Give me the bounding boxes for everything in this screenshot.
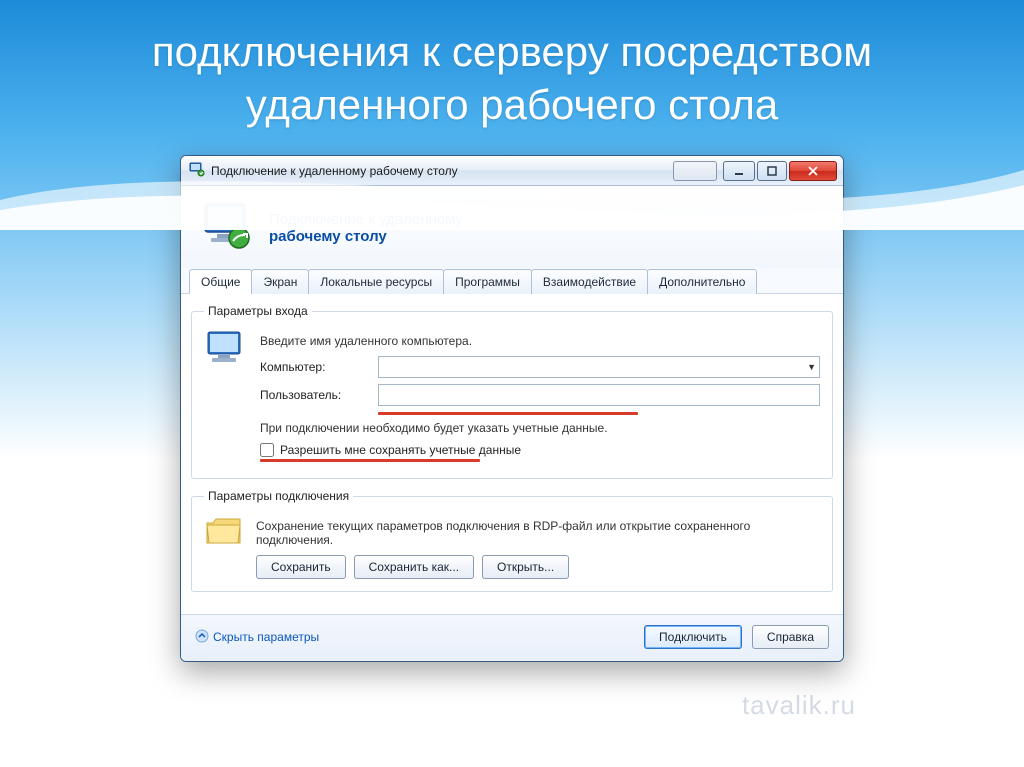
header-line2: рабочему столу (269, 228, 463, 245)
tab-4[interactable]: Взаимодействие (531, 269, 648, 294)
maximize-button[interactable] (757, 161, 787, 181)
login-params-group: Параметры входа Введите имя удаленного к… (191, 304, 833, 479)
tab-5[interactable]: Дополнительно (647, 269, 757, 294)
watermark: tavalik.ru (742, 690, 856, 721)
login-legend: Параметры входа (204, 304, 312, 318)
save-as-button[interactable]: Сохранить как... (354, 555, 474, 579)
connect-button[interactable]: Подключить (644, 625, 742, 649)
titlebar[interactable]: Подключение к удаленному рабочему столу (181, 156, 843, 186)
app-icon (189, 161, 205, 180)
minimize-button[interactable] (723, 161, 755, 181)
connection-params-group: Параметры подключения Сохранение текущих… (191, 489, 833, 592)
save-button[interactable]: Сохранить (256, 555, 346, 579)
tab-panel-general: Параметры входа Введите имя удаленного к… (181, 294, 843, 614)
help-button[interactable]: Справка (752, 625, 829, 649)
folder-icon (204, 513, 244, 549)
close-button[interactable] (789, 161, 837, 181)
computer-icon (204, 328, 248, 372)
tab-3[interactable]: Программы (443, 269, 532, 294)
conn-desc: Сохранение текущих параметров подключени… (256, 519, 820, 547)
highlight-underline-user (378, 412, 638, 415)
tab-0[interactable]: Общие (189, 269, 252, 294)
login-note: При подключении необходимо будет указать… (260, 421, 820, 435)
computer-input[interactable] (378, 356, 820, 378)
tab-strip: ОбщиеЭкранЛокальные ресурсыПрограммыВзаи… (181, 268, 843, 294)
titlebar-extra-button[interactable] (673, 161, 717, 181)
computer-label: Компьютер: (260, 360, 368, 374)
hide-options-label: Скрыть параметры (213, 630, 319, 644)
conn-legend: Параметры подключения (204, 489, 353, 503)
save-credentials-checkbox[interactable] (260, 443, 274, 457)
dialog-footer: Скрыть параметры Подключить Справка (181, 614, 843, 661)
tab-2[interactable]: Локальные ресурсы (308, 269, 444, 294)
tab-1[interactable]: Экран (251, 269, 309, 294)
highlight-underline-checkbox (260, 459, 480, 462)
user-label: Пользователь: (260, 388, 368, 402)
user-input[interactable] (378, 384, 820, 406)
header-line1: Подключение к удаленному (269, 211, 463, 228)
dialog-header: Подключение к удаленному рабочему столу (181, 186, 843, 268)
open-button[interactable]: Открыть... (482, 555, 569, 579)
save-credentials-label: Разрешить мне сохранять учетные данные (280, 443, 521, 457)
hide-options-link[interactable]: Скрыть параметры (195, 629, 319, 646)
slide-title: подключения к серверу посредством удален… (0, 0, 1024, 141)
rdp-dialog: Подключение к удаленному рабочему столу (180, 155, 844, 662)
login-instruction: Введите имя удаленного компьютера. (260, 334, 820, 348)
remote-desktop-icon (199, 200, 255, 256)
chevron-up-icon (195, 629, 209, 646)
window-title: Подключение к удаленному рабочему столу (211, 164, 667, 178)
